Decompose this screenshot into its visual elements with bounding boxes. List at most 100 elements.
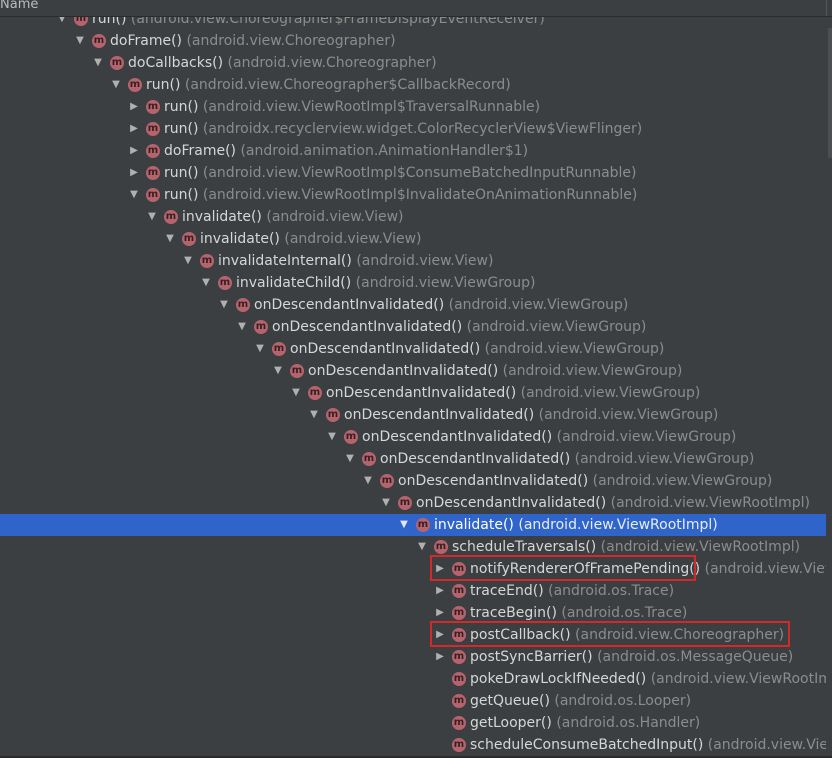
tree-row[interactable]: ▼ m onDescendantInvalidated() (android.vie… <box>0 382 832 404</box>
call-tree[interactable]: ▼ m run() (android.view.Choreographer$Fram… <box>0 0 832 758</box>
expand-arrow-icon[interactable]: ▶ <box>128 96 140 118</box>
collapse-arrow-icon[interactable]: ▼ <box>146 206 158 228</box>
method-name: run() <box>164 165 199 181</box>
collapse-arrow-icon[interactable]: ▼ <box>92 52 104 74</box>
tree-row[interactable]: ▼ m onDescendantInvalidated() (android.vie… <box>0 426 832 448</box>
method-icon: m <box>452 562 466 576</box>
tree-row[interactable]: m scheduleConsumeBatchedInput() (android.… <box>0 734 832 756</box>
scrollbar-thumb[interactable] <box>828 28 832 158</box>
tree-row[interactable]: ▼ m doCallbacks() (android.view.Choreograp… <box>0 52 832 74</box>
tree-row[interactable]: ▼ m invalidate() (android.view.View) <box>0 228 832 250</box>
tree-row[interactable]: ▶ m run() (androidx.recyclerview.widget.Co… <box>0 118 832 140</box>
expand-arrow-icon[interactable]: ▶ <box>128 118 140 140</box>
collapse-arrow-icon[interactable]: ▼ <box>110 74 122 96</box>
expand-arrow-icon[interactable]: ▶ <box>434 624 446 646</box>
class-name: (android.view.ViewRootImpl$InvalidateOnA… <box>202 187 638 203</box>
tree-row[interactable]: ▶ m traceBegin() (android.os.Trace) <box>0 602 832 624</box>
tree-row[interactable]: ▼ m onDescendantInvalidated() (android.vie… <box>0 360 832 382</box>
tree-row-selected[interactable]: ▼ m invalidate() (android.view.ViewRootImp… <box>0 514 832 536</box>
expand-arrow-icon[interactable]: ▶ <box>434 602 446 624</box>
expand-arrow-icon[interactable]: ▶ <box>128 140 140 162</box>
collapse-arrow-icon[interactable]: ▼ <box>182 250 194 272</box>
row-label: traceBegin() (android.os.Trace) <box>470 602 687 624</box>
row-label: postSyncBarrier() (android.os.MessageQue… <box>470 646 793 668</box>
method-icon: m <box>290 364 304 378</box>
row-label: postCallback() (android.view.Choreograph… <box>470 624 784 646</box>
collapse-arrow-icon[interactable]: ▼ <box>254 338 266 360</box>
row-label: scheduleConsumeBatchedInput() (android.v… <box>470 734 832 756</box>
collapse-arrow-icon[interactable]: ▼ <box>308 404 320 426</box>
tree-row[interactable]: m getLooper() (android.os.Handler) <box>0 712 832 734</box>
tree-row[interactable]: ▼ m doFrame() (android.view.Choreographer) <box>0 30 832 52</box>
column-header[interactable]: Name <box>0 0 832 17</box>
row-label: onDescendantInvalidated() (android.view.… <box>326 382 700 404</box>
tree-row[interactable]: ▼ m onDescendantInvalidated() (android.vie… <box>0 338 832 360</box>
row-label: invalidate() (android.view.ViewRootImpl) <box>434 514 718 536</box>
tree-row[interactable]: ▶ m postSyncBarrier() (android.os.MessageQ… <box>0 646 832 668</box>
collapse-arrow-icon[interactable]: ▼ <box>272 360 284 382</box>
method-name: doCallbacks() <box>128 55 224 71</box>
method-icon: m <box>146 188 160 202</box>
class-name: (androidx.recyclerview.widget.ColorRecyc… <box>202 121 643 137</box>
method-icon: m <box>146 122 160 136</box>
class-name: (android.view.ViewRootImpl) <box>518 517 718 533</box>
class-name: (android.view.ViewRootImpl$ConsumeBatche… <box>202 165 637 181</box>
tree-row[interactable]: ▶ m run() (android.view.ViewRootImpl$Consu… <box>0 162 832 184</box>
method-icon: m <box>452 672 466 686</box>
row-label: onDescendantInvalidated() (android.view.… <box>380 448 754 470</box>
collapse-arrow-icon[interactable]: ▼ <box>74 30 86 52</box>
method-icon: m <box>362 452 376 466</box>
tree-row[interactable]: ▶ m notifyRendererOfFramePending() (androi… <box>0 558 832 580</box>
tree-row[interactable]: ▶ m run() (android.view.ViewRootImpl$Trave… <box>0 96 832 118</box>
class-name: (android.view.View <box>707 737 832 753</box>
tree-row[interactable]: ▼ m onDescendantInvalidated() (android.vie… <box>0 316 832 338</box>
collapse-arrow-icon[interactable]: ▼ <box>344 448 356 470</box>
method-icon: m <box>146 144 160 158</box>
collapse-arrow-icon[interactable]: ▼ <box>218 294 230 316</box>
method-icon: m <box>452 716 466 730</box>
method-name: doFrame() <box>110 33 182 49</box>
tree-row[interactable]: m getQueue() (android.os.Looper) <box>0 690 832 712</box>
tree-row[interactable]: ▶ m traceEnd() (android.os.Trace) <box>0 580 832 602</box>
tree-row[interactable]: ▼ m onDescendantInvalidated() (android.vie… <box>0 404 832 426</box>
expand-arrow-icon[interactable]: ▶ <box>434 580 446 602</box>
collapse-arrow-icon[interactable]: ▼ <box>380 492 392 514</box>
class-name: (android.view.ViewRootImpl) <box>600 539 801 555</box>
method-name: onDescendantInvalidated() <box>398 473 589 489</box>
collapse-arrow-icon[interactable]: ▼ <box>326 426 338 448</box>
collapse-arrow-icon[interactable]: ▼ <box>200 272 212 294</box>
column-separator[interactable] <box>826 0 827 16</box>
method-icon: m <box>416 518 430 532</box>
row-label: doFrame() (android.animation.AnimationHa… <box>164 140 528 162</box>
expand-arrow-icon[interactable]: ▶ <box>128 162 140 184</box>
column-name-header[interactable]: Name <box>0 0 38 16</box>
expand-arrow-icon[interactable]: ▶ <box>434 646 446 668</box>
collapse-arrow-icon[interactable]: ▼ <box>128 184 140 206</box>
tree-row[interactable]: ▼ m onDescendantInvalidated() (android.vie… <box>0 294 832 316</box>
collapse-arrow-icon[interactable]: ▼ <box>236 316 248 338</box>
collapse-arrow-icon[interactable]: ▼ <box>416 536 428 558</box>
tree-row[interactable]: ▼ m scheduleTraversals() (android.view.Vie… <box>0 536 832 558</box>
tree-row[interactable]: ▼ m onDescendantInvalidated() (android.vie… <box>0 470 832 492</box>
tree-row[interactable]: ▼ m invalidateChild() (android.view.ViewGr… <box>0 272 832 294</box>
expand-arrow-icon[interactable]: ▶ <box>434 558 446 580</box>
tree-row[interactable]: m pokeDrawLockIfNeeded() (android.view.Vi… <box>0 668 832 690</box>
tree-row[interactable]: ▼ m onDescendantInvalidated() (android.vie… <box>0 448 832 470</box>
tree-row[interactable]: ▼ m run() (android.view.Choreographer$Call… <box>0 74 832 96</box>
collapse-arrow-icon[interactable]: ▼ <box>362 470 374 492</box>
collapse-arrow-icon[interactable]: ▼ <box>290 382 302 404</box>
tree-row[interactable]: ▶ m doFrame() (android.animation.Animation… <box>0 140 832 162</box>
tree-row[interactable]: ▼ m onDescendantInvalidated() (android.vie… <box>0 492 832 514</box>
row-label: onDescendantInvalidated() (android.view.… <box>254 294 628 316</box>
class-name: (android.view.ViewRootImpl$TraversalRunn… <box>202 99 541 115</box>
class-name: (android.view.ViewGroup) <box>502 363 683 379</box>
tree-row[interactable]: ▼ m run() (android.view.ViewRootImpl$Inval… <box>0 184 832 206</box>
collapse-arrow-icon[interactable]: ▼ <box>164 228 176 250</box>
tree-row[interactable]: ▶ m postCallback() (android.view.Choreogra… <box>0 624 832 646</box>
collapse-arrow-icon[interactable]: ▼ <box>398 514 410 536</box>
row-label: run() (android.view.ViewRootImpl$Invalid… <box>164 184 637 206</box>
method-icon: m <box>398 496 412 510</box>
class-name: (android.view.ViewGroup) <box>355 275 536 291</box>
tree-row[interactable]: ▼ m invalidateInternal() (android.view.Vie… <box>0 250 832 272</box>
tree-row[interactable]: ▼ m invalidate() (android.view.View) <box>0 206 832 228</box>
